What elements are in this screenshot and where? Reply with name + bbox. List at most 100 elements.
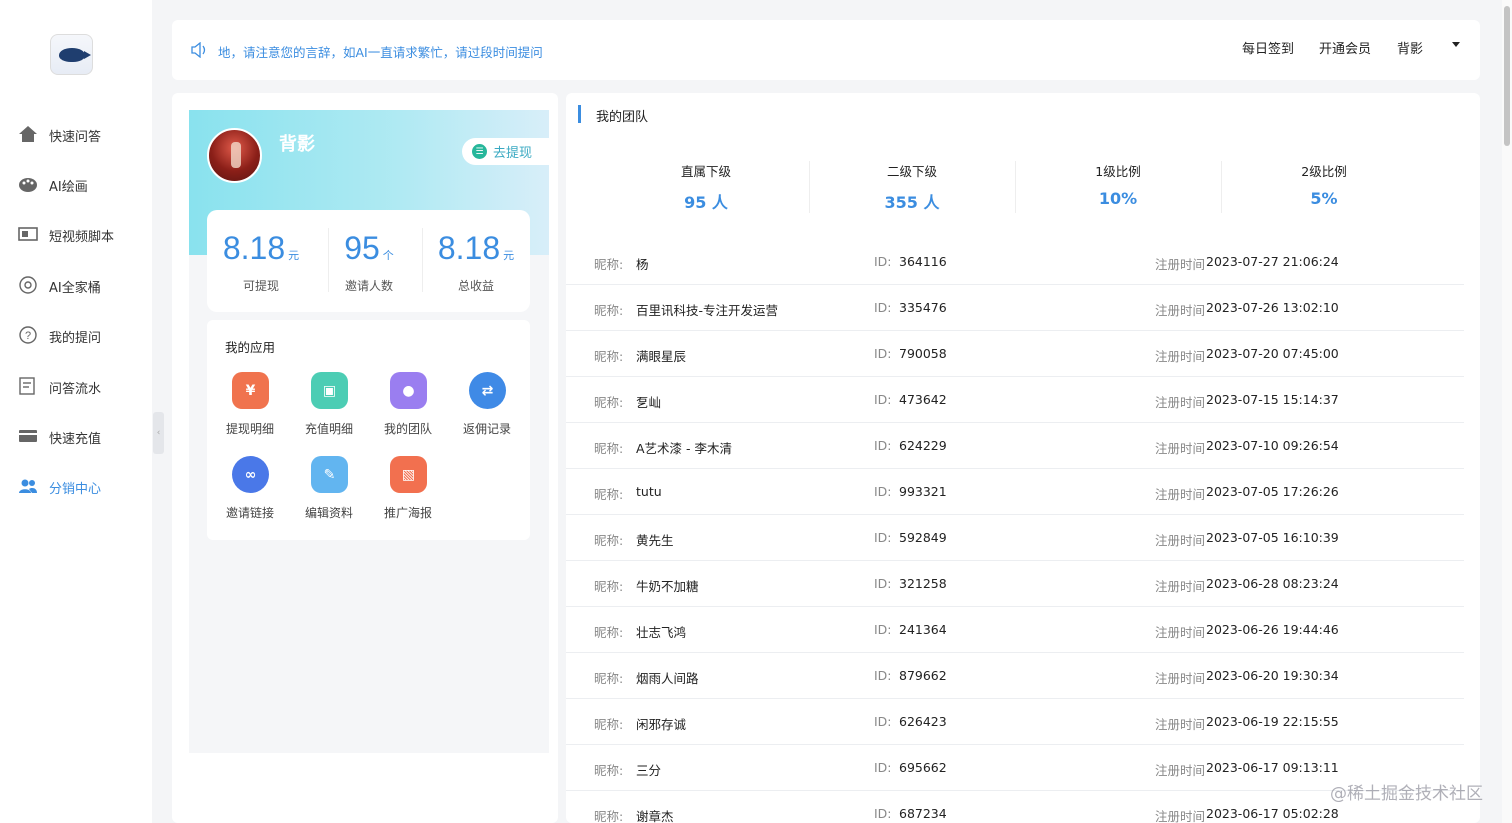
svg-text:?: ? — [25, 330, 31, 342]
sidebar: 快速问答 AI绘画 短视频脚本 AI全家桶 ? 我的提问 问答流水 快速充值 分… — [0, 0, 152, 823]
table-row[interactable]: 昵称: A艺术漆 - 李木清 ID: 624229 注册时间 2023-07-10 09:… — [566, 423, 1464, 469]
register-key: 注册时间 — [1155, 257, 1206, 272]
nickname-key: 昵称: — [594, 763, 624, 778]
sidebar-item-ai-bucket[interactable]: AI全家桶 — [0, 267, 152, 303]
table-row[interactable]: 昵称: 壮志飞鸿 ID: 241364 注册时间 2023-06-26 19:44:46 — [566, 607, 1464, 653]
sidebar-item-label: AI全家桶 — [49, 281, 101, 296]
nickname-value: A艺术漆 - 李木清 — [636, 441, 733, 456]
id-value: 879662 — [899, 668, 947, 683]
register-key: 注册时间 — [1155, 303, 1206, 318]
register-time: 2023-07-05 16:10:39 — [1206, 530, 1339, 545]
table-row[interactable]: 昵称: 满眼星辰 ID: 790058 注册时间 2023-07-20 07:45:00 — [566, 331, 1464, 377]
top-bar: 地，请注意您的言辞，如AI一直请求繁忙，请过段时间提问 每日签到 开通会员 背影 — [172, 20, 1480, 80]
register-time: 2023-06-28 08:23:24 — [1206, 576, 1339, 591]
id-value: 241364 — [899, 622, 947, 637]
team-stat-value: 95 人 — [684, 193, 728, 212]
team-stat-value: 355 人 — [884, 193, 940, 212]
nickname-key: 昵称: — [594, 303, 624, 318]
id-value: 993321 — [899, 484, 947, 499]
sidebar-item-video-script[interactable]: 短视频脚本 — [0, 216, 152, 252]
app-withdraw-detail[interactable]: ¥ 提现明细 — [215, 372, 285, 452]
nickname-key: 昵称: — [594, 579, 624, 594]
open-vip-link[interactable]: 开通会员 — [1319, 38, 1371, 57]
app-poster[interactable]: ▧ 推广海报 — [373, 456, 443, 536]
app-my-team[interactable]: ● 我的团队 — [373, 372, 443, 452]
id-key: ID: — [874, 300, 892, 315]
app-invite-link[interactable]: ∞ 邀请链接 — [215, 456, 285, 536]
rebate-record-icon: ⇄ — [469, 372, 506, 409]
nickname-value: 闲邪存诚 — [636, 717, 687, 732]
earnings-stats: 8.18 元 可提现 95 个 邀请人数 8.18 元 总收益 — [207, 210, 530, 312]
register-time: 2023-07-05 17:26:26 — [1206, 484, 1339, 499]
sidebar-item-distribution-center[interactable]: 分销中心 — [0, 468, 152, 504]
nickname-value: 壮志飞鸿 — [636, 625, 687, 640]
chevron-down-icon[interactable] — [1452, 42, 1460, 47]
sidebar-collapse-handle[interactable]: ‹ — [153, 412, 164, 454]
stat-unit: 个 — [382, 250, 394, 262]
stat-caption: 可提现 — [242, 279, 279, 293]
id-value: 321258 — [899, 576, 947, 591]
app-recharge-detail[interactable]: ▣ 充值明细 — [294, 372, 364, 452]
invite-link-icon: ∞ — [232, 456, 269, 493]
register-time: 2023-07-10 09:26:54 — [1206, 438, 1339, 453]
table-row[interactable]: 昵称: 牛奶不加糖 ID: 321258 注册时间 2023-06-28 08:23:24 — [566, 561, 1464, 607]
watermark: @稀土掘金技术社区 — [1330, 784, 1483, 804]
withdraw-detail-icon: ¥ — [232, 372, 269, 409]
withdraw-button[interactable]: ☰ 去提现 — [462, 138, 550, 165]
sidebar-item-quick-qa[interactable]: 快速问答 — [0, 116, 152, 152]
team-icon — [19, 479, 37, 493]
id-key: ID: — [874, 530, 892, 545]
table-row[interactable]: 昵称: tutu ID: 993321 注册时间 2023-07-05 17:26:26 — [566, 469, 1464, 515]
user-menu[interactable]: 背影 — [1397, 38, 1423, 57]
daily-checkin-link[interactable]: 每日签到 — [1242, 38, 1294, 57]
id-key: ID: — [874, 254, 892, 269]
app-edit-profile[interactable]: ✎ 编辑资料 — [294, 456, 364, 536]
table-row[interactable]: 昵称: 烟雨人间路 ID: 879662 注册时间 2023-06-20 19:30:34 — [566, 653, 1464, 699]
table-row[interactable]: 昵称: 闲邪存诚 ID: 626423 注册时间 2023-06-19 22:15:55 — [566, 699, 1464, 745]
nickname-key: 昵称: — [594, 533, 624, 548]
scrollbar[interactable] — [1502, 0, 1512, 823]
app-label: 邀请链接 — [225, 506, 274, 520]
id-key: ID: — [874, 392, 892, 407]
table-row[interactable]: 昵称: 黄先生 ID: 592849 注册时间 2023-07-05 16:10:39 — [566, 515, 1464, 561]
nickname-key: 昵称: — [594, 625, 624, 640]
sidebar-item-label: 分销中心 — [49, 482, 102, 497]
id-value: 687234 — [899, 806, 947, 821]
register-key: 注册时间 — [1155, 487, 1206, 502]
team-stat-title: 1级比例 — [1095, 164, 1141, 179]
id-key: ID: — [874, 438, 892, 453]
scrollbar-thumb[interactable] — [1504, 6, 1510, 146]
nickname-value: 谢章杰 — [636, 809, 674, 823]
id-value: 592849 — [899, 530, 947, 545]
edit-profile-icon: ✎ — [311, 456, 348, 493]
nickname-value: 三分 — [636, 763, 662, 778]
table-row[interactable]: 昵称: 杨 ID: 364116 注册时间 2023-07-27 21:06:24 — [566, 239, 1464, 285]
app-rebate-record[interactable]: ⇄ 返佣记录 — [452, 372, 522, 452]
register-key: 注册时间 — [1155, 809, 1206, 823]
apps-title: 我的应用 — [225, 340, 276, 355]
app-logo[interactable] — [50, 34, 93, 75]
sidebar-item-my-questions[interactable]: ? 我的提问 — [0, 317, 152, 353]
register-key: 注册时间 — [1155, 625, 1206, 640]
register-key: 注册时间 — [1155, 579, 1206, 594]
home-icon — [19, 126, 37, 142]
username: 背影 — [279, 134, 315, 155]
stat-value: 8.18 — [437, 230, 501, 266]
app-label: 提现明细 — [225, 422, 274, 436]
register-time: 2023-06-19 22:15:55 — [1206, 714, 1339, 729]
wallet-icon: ☰ — [472, 144, 487, 159]
id-key: ID: — [874, 668, 892, 683]
sidebar-item-ai-drawing[interactable]: AI绘画 — [0, 166, 152, 202]
table-row[interactable]: 昵称: 乭屾 ID: 473642 注册时间 2023-07-15 15:14:37 — [566, 377, 1464, 423]
stat-value: 8.18 — [222, 230, 286, 266]
chevron-left-icon: ‹ — [156, 428, 161, 438]
table-row[interactable]: 昵称: 百里讯科技-专注开发运营 ID: 335476 注册时间 2023-07-26 1… — [566, 285, 1464, 331]
sidebar-item-qa-records[interactable]: 问答流水 — [0, 368, 152, 404]
notice-text: 地，请注意您的言辞，如AI一直请求繁忙，请过段时间提问 — [218, 45, 543, 60]
register-time: 2023-07-27 21:06:24 — [1206, 254, 1339, 269]
sidebar-item-quick-recharge[interactable]: 快速充值 — [0, 418, 152, 454]
nickname-key: 昵称: — [594, 395, 624, 410]
register-time: 2023-06-17 09:13:11 — [1206, 760, 1339, 775]
nickname-value: 牛奶不加糖 — [636, 579, 699, 594]
register-time: 2023-06-20 19:30:34 — [1206, 668, 1339, 683]
